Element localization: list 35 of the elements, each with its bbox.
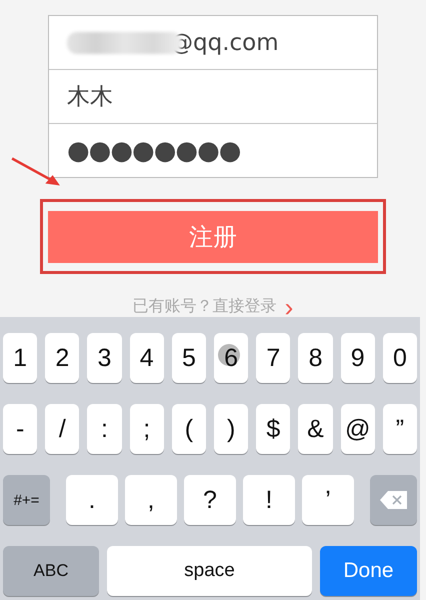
key[interactable]: .: [66, 475, 118, 525]
done-key[interactable]: Done: [320, 546, 417, 596]
key[interactable]: 0: [382, 333, 418, 383]
abc-key[interactable]: ABC: [3, 546, 99, 596]
key[interactable]: ?: [184, 475, 236, 525]
key[interactable]: 3: [87, 333, 122, 383]
key[interactable]: 7: [256, 333, 290, 383]
backspace-icon: [378, 490, 408, 510]
key[interactable]: ;: [130, 404, 164, 454]
key[interactable]: ): [214, 404, 248, 454]
key[interactable]: $: [256, 404, 290, 454]
key[interactable]: 6: [214, 333, 248, 383]
space-key[interactable]: space: [107, 546, 312, 596]
symbols-key[interactable]: #+=: [3, 475, 50, 525]
name-field[interactable]: 木木: [67, 81, 113, 112]
key[interactable]: ”: [382, 404, 418, 454]
key[interactable]: (: [172, 404, 206, 454]
key[interactable]: 9: [340, 333, 375, 383]
key[interactable]: -: [3, 404, 38, 454]
key[interactable]: 5: [172, 333, 206, 383]
key[interactable]: ’: [302, 475, 354, 525]
chevron-icon: ›: [284, 296, 294, 316]
key[interactable]: 8: [298, 333, 333, 383]
password-field[interactable]: ●●●●●●●●: [67, 136, 240, 166]
key[interactable]: !: [243, 475, 295, 525]
key[interactable]: 1: [3, 333, 38, 383]
annotation-arrow: [10, 156, 62, 188]
key[interactable]: /: [45, 404, 80, 454]
key[interactable]: 4: [130, 333, 164, 383]
key[interactable]: @: [340, 404, 375, 454]
key[interactable]: &: [298, 404, 333, 454]
key[interactable]: 2: [45, 333, 80, 383]
delete-key[interactable]: [370, 475, 417, 525]
key[interactable]: ,: [125, 475, 177, 525]
key[interactable]: :: [87, 404, 122, 454]
